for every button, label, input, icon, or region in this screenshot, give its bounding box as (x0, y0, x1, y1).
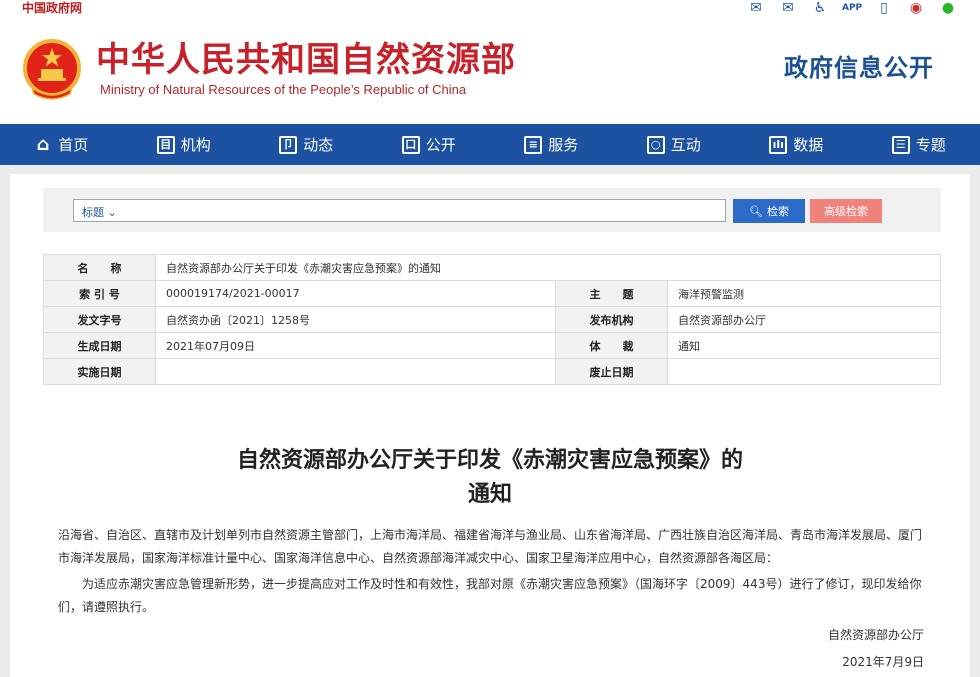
document-title-line1: 自然资源部办公厅关于印发《赤潮灾害应急预案》的 (236, 448, 743, 473)
nav-item-label: 专题 (915, 136, 946, 154)
table-row: 实施日期 废止日期 (43, 358, 941, 385)
monitor-icon: 口 (401, 135, 420, 154)
signature-date: 2021年7月9日 (842, 655, 924, 669)
gov-info-title[interactable]: 政府信息公开 (784, 48, 934, 83)
chart-icon: ılı (769, 135, 788, 154)
nav-item-public[interactable]: 口 公开 (368, 124, 491, 165)
table-row: 发文字号 自然资办函〔2021〕1258号 发布机构 自然资源部办公厅 (43, 306, 941, 333)
index-value: 000019174/2021-00017 (155, 280, 556, 307)
nav-item-label: 动态 (303, 136, 334, 154)
gov-portal-link[interactable]: 中国政府网 (22, 0, 82, 16)
abolish-date-value (667, 358, 941, 385)
home-icon: ⌂ (36, 133, 50, 155)
chevron-down-icon: ⌄ (107, 206, 117, 219)
mobile-icon[interactable]: ▯ (874, 0, 894, 17)
nav-item-label: 公开 (425, 136, 456, 154)
nav-item-interact[interactable]: ○ 互动 (613, 124, 736, 165)
search-icon: 🔍︎ (749, 204, 763, 218)
nav-item-home[interactable]: ⌂ 首页 (0, 124, 123, 165)
search-type-dropdown[interactable]: 标题 ⌄ (82, 204, 117, 220)
search-button[interactable]: 🔍︎ 检索 (733, 199, 805, 223)
index-label: 索 引 号 (43, 280, 156, 307)
nav-item-news[interactable]: 卩 动态 (245, 124, 368, 165)
table-row: 索 引 号 000019174/2021-00017 主 题 海洋预警监测 (43, 280, 941, 307)
site-title-english: Ministry of Natural Resources of the Peo… (100, 82, 467, 97)
date-label: 生成日期 (43, 332, 156, 359)
nav-item-topics[interactable]: ☰ 专题 (858, 124, 980, 165)
accessibility-icon[interactable]: ♿ (810, 0, 830, 17)
name-value: 自然资源部办公厅关于印发《赤潮灾害应急预案》的通知 (155, 254, 941, 281)
metadata-table: 名 称 自然资源部办公厅关于印发《赤潮灾害应急预案》的通知 索 引 号 0000… (43, 254, 941, 385)
date-value: 2021年07月09日 (155, 332, 556, 359)
mail-edit-icon[interactable]: ✉ (778, 0, 798, 17)
top-icons: ✉ ✉ ♿ APP ▯ ◉ ● (746, 0, 958, 17)
nav-item-service[interactable]: ≡ 服务 (490, 124, 613, 165)
topic-label: 主 题 (555, 280, 668, 307)
document-recipients: 沿海省、自治区、直辖市及计划单列市自然资源主管部门，上海市海洋局、福建省海洋与渔… (58, 528, 923, 565)
table-row: 名 称 自然资源部办公厅关于印发《赤潮灾害应急预案》的通知 (43, 254, 941, 281)
abolish-date-label: 废止日期 (555, 358, 668, 385)
effective-date-value (155, 358, 556, 385)
issuer-value: 自然资源部办公厅 (667, 306, 941, 333)
national-emblem-icon[interactable] (22, 38, 82, 104)
weibo-icon[interactable]: ◉ (906, 0, 926, 17)
document-icon: ≡ (524, 135, 543, 154)
genre-label: 体 裁 (555, 332, 668, 359)
nav-item-data[interactable]: ılı 数据 (735, 124, 858, 165)
search-bar: 标题 ⌄ 🔍︎ 检索 高级检索 (43, 188, 941, 232)
app-icon[interactable]: APP (842, 0, 862, 17)
nav-item-label: 首页 (58, 136, 89, 154)
content-panel: 标题 ⌄ 🔍︎ 检索 高级检索 名 称 自然资源部办公厅关于印发《赤潮灾害应急预… (10, 174, 970, 677)
nav-item-label: 服务 (548, 136, 579, 154)
advanced-search-button[interactable]: 高级检索 (810, 199, 882, 223)
wechat-icon[interactable]: ● (938, 0, 958, 17)
chat-icon: ○ (646, 135, 665, 154)
book-icon: 卩 (279, 135, 298, 154)
search-type-label: 标题 (82, 206, 104, 219)
search-input[interactable]: 标题 ⌄ (73, 199, 726, 222)
document-body: 为适应赤潮灾害应急管理新形势，进一步提高应对工作及时性和有效性，我部对原《赤潮灾… (58, 577, 922, 614)
issuer-label: 发布机构 (555, 306, 668, 333)
signature-org: 自然资源部办公厅 (827, 628, 924, 642)
topic-value: 海洋预警监测 (667, 280, 941, 307)
name-label: 名 称 (43, 254, 156, 281)
docno-value: 自然资办函〔2021〕1258号 (155, 306, 556, 333)
nav-item-label: 数据 (793, 136, 824, 154)
docno-label: 发文字号 (43, 306, 156, 333)
nav-item-label: 互动 (670, 136, 701, 154)
nav-item-org[interactable]: 目 机构 (123, 124, 246, 165)
table-row: 生成日期 2021年07月09日 体 裁 通知 (43, 332, 941, 359)
top-bar: 中国政府网 ✉ ✉ ♿ APP ▯ ◉ ● (0, 0, 980, 18)
effective-date-label: 实施日期 (43, 358, 156, 385)
main-nav: ⌂ 首页 目 机构 卩 动态 口 公开 ≡ 服务 ○ 互动 ılı 数据 ☰ 专… (0, 124, 980, 165)
document-title-line2: 通知 (467, 482, 512, 507)
document-title: 自然资源部办公厅关于印发《赤潮灾害应急预案》的 通知 (10, 444, 970, 512)
site-header: 中华人民共和国自然资源部 Ministry of Natural Resourc… (0, 18, 980, 124)
mail-icon[interactable]: ✉ (746, 0, 766, 17)
org-icon: 目 (156, 135, 175, 154)
list-icon: ☰ (891, 135, 910, 154)
site-title: 中华人民共和国自然资源部 (96, 40, 516, 80)
search-button-label: 检索 (766, 205, 789, 218)
genre-value: 通知 (667, 332, 941, 359)
nav-item-label: 机构 (180, 136, 211, 154)
